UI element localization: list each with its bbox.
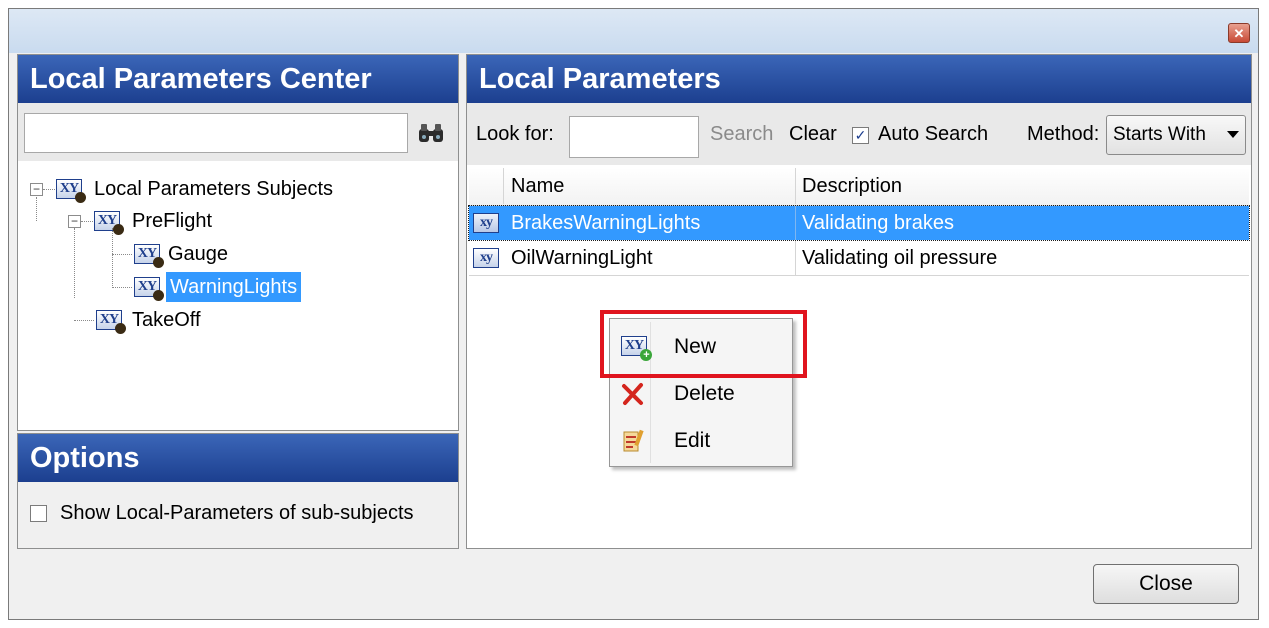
show-sub-subjects-label[interactable]: Show Local-Parameters of sub-subjects <box>60 498 414 528</box>
title-bar: ✕ <box>9 9 1258 53</box>
tree-item-gauge[interactable]: Gauge <box>168 239 228 269</box>
tree-item-root[interactable]: Local Parameters Subjects <box>94 174 333 204</box>
method-value: Starts With <box>1113 124 1206 145</box>
tree-connector <box>74 228 75 298</box>
subjects-search-bar <box>18 103 458 161</box>
tree-connector <box>112 254 132 255</box>
column-header-name[interactable]: Name <box>511 168 564 204</box>
table-row[interactable]: xy OilWarningLight Validating oil pressu… <box>469 241 1249 276</box>
grid-header-row: Name Description <box>469 168 1249 206</box>
row-header-spacer <box>469 168 504 204</box>
menu-item-edit[interactable]: Edit <box>610 418 792 464</box>
xy-parameter-icon: xy <box>473 248 499 268</box>
method-dropdown[interactable]: Starts With <box>1106 115 1246 155</box>
edit-icon <box>623 429 644 452</box>
xy-subject-icon: XY <box>134 277 164 301</box>
clear-button[interactable]: Clear <box>789 111 837 173</box>
show-sub-subjects-checkbox[interactable] <box>30 505 47 522</box>
tree-connector <box>74 320 94 321</box>
options-header: Options <box>18 434 458 482</box>
tree-connector <box>112 228 113 288</box>
subjects-search-input[interactable] <box>24 113 408 153</box>
window-close-icon[interactable]: ✕ <box>1228 23 1250 43</box>
pane-splitter[interactable] <box>461 54 465 549</box>
look-for-label: Look for: <box>476 123 554 145</box>
tree-connector <box>112 287 132 288</box>
column-header-description[interactable]: Description <box>802 168 902 204</box>
xy-parameter-icon: xy <box>473 213 499 233</box>
collapse-root-icon[interactable]: − <box>30 183 43 196</box>
search-button[interactable]: Search <box>710 111 773 173</box>
xy-subject-icon: XY <box>94 211 124 235</box>
subjects-pane: Local Parameters Center − XY Local Param… <box>17 54 459 431</box>
row-description: Validating brakes <box>802 212 954 234</box>
collapse-preflight-icon[interactable]: − <box>68 215 81 228</box>
tree-connector <box>81 221 93 222</box>
close-button[interactable]: Close <box>1093 564 1239 604</box>
row-name: OilWarningLight <box>511 247 653 269</box>
tree-item-warninglights[interactable]: WarningLights <box>166 272 302 302</box>
subjects-tree: − XY Local Parameters Subjects − XY PreF… <box>18 170 458 430</box>
method-label: Method: <box>1027 123 1100 145</box>
table-row[interactable]: xy BrakesWarningLights Validating brakes <box>468 205 1250 241</box>
row-name: BrakesWarningLights <box>511 212 701 234</box>
parameters-grid: Name Description xy BrakesWarningLights … <box>467 168 1251 548</box>
options-pane: Options Show Local-Parameters of sub-sub… <box>17 433 459 549</box>
auto-search-checkbox[interactable]: ✓ <box>852 127 869 144</box>
column-divider <box>795 241 796 275</box>
tree-item-preflight[interactable]: PreFlight <box>132 206 212 236</box>
delete-icon <box>622 383 643 405</box>
look-for-input[interactable] <box>569 116 699 158</box>
parameters-header: Local Parameters <box>467 55 1251 103</box>
row-description: Validating oil pressure <box>802 247 998 269</box>
column-divider <box>795 168 796 204</box>
parameters-toolbar: Look for: Search Clear ✓ Auto Search Met… <box>467 103 1251 165</box>
auto-search-label[interactable]: Auto Search <box>878 111 988 173</box>
xy-subject-icon: XY <box>56 179 86 203</box>
menu-item-label: Edit <box>674 429 711 452</box>
tree-connector <box>43 189 55 190</box>
xy-subject-icon: XY <box>96 310 126 334</box>
parameters-pane: Local Parameters Look for: Search Clear … <box>466 54 1252 549</box>
chevron-down-icon <box>1227 131 1239 138</box>
tree-item-takeoff[interactable]: TakeOff <box>132 305 201 335</box>
tree-connector <box>36 197 37 221</box>
xy-subject-icon: XY <box>134 244 164 268</box>
subjects-header: Local Parameters Center <box>18 55 458 103</box>
column-divider <box>795 206 796 240</box>
highlight-annotation <box>600 310 807 378</box>
binoculars-icon[interactable] <box>418 123 444 143</box>
